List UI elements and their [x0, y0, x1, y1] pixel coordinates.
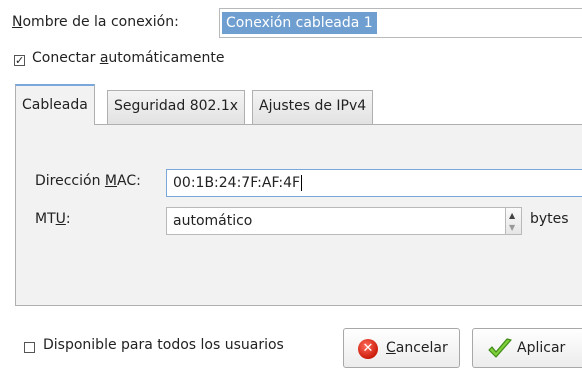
text-caret [301, 175, 303, 191]
spin-down-icon[interactable]: ▼ [509, 224, 515, 232]
mtu-label-pre: MT [35, 211, 56, 227]
mtu-label: MTU: [35, 211, 71, 227]
mtu-label-mnemonic: U [55, 211, 66, 227]
mtu-input[interactable]: automático [166, 207, 506, 235]
mac-label-post: AC: [117, 173, 141, 189]
auto-connect-checkbox[interactable]: ✓ [14, 55, 25, 66]
connection-name-mnemonic: N [12, 14, 23, 30]
mtu-units: bytes [530, 211, 569, 227]
tab-cableada-label: Cableada [22, 97, 88, 113]
mac-address-label: Dirección MAC: [35, 173, 141, 189]
auto-connect-label-pre: Conectar [32, 50, 100, 66]
apply-button-label: Aplicar [517, 340, 566, 356]
mtu-spin-buttons[interactable]: ▲ ▼ [506, 207, 522, 235]
connection-name-label: Nombre de la conexión: [12, 14, 179, 30]
cancel-button-label: Cancelar [386, 340, 448, 356]
auto-connect-label[interactable]: Conectar automáticamente [32, 50, 224, 66]
connection-name-value: Conexión cableada 1 [222, 12, 377, 34]
checkmark-icon [488, 338, 512, 358]
tab-seguridad-8021x[interactable]: Seguridad 802.1x [107, 90, 246, 124]
spin-up-icon[interactable]: ▲ [509, 212, 515, 220]
mac-address-value: 00:1B:24:7F:AF:4F [173, 175, 301, 191]
cancel-button[interactable]: ✕ Cancelar [343, 328, 460, 368]
all-users-label[interactable]: Disponible para todos los usuarios [43, 337, 284, 353]
mtu-label-post: : [65, 211, 71, 227]
cancel-label-rest: ancelar [395, 340, 448, 356]
auto-connect-label-post: utomáticamente [108, 50, 225, 66]
connection-name-input[interactable]: Conexión cableada 1 [219, 8, 582, 38]
mac-label-mnemonic: M [104, 173, 117, 189]
mac-address-input[interactable]: 00:1B:24:7F:AF:4F [166, 169, 582, 197]
connection-name-label-text: ombre de la conexión: [22, 14, 179, 30]
mac-label-pre: Dirección [35, 173, 105, 189]
apply-button[interactable]: Aplicar [472, 328, 582, 368]
cancel-mnemonic: C [386, 340, 396, 356]
cancel-icon: ✕ [358, 339, 378, 359]
tab-seguridad-label: Seguridad 802.1x [114, 98, 239, 114]
tab-ipv4-label: Ajustes de IPv4 [259, 98, 367, 114]
tab-ajustes-ipv4[interactable]: Ajustes de IPv4 [252, 90, 374, 124]
all-users-checkbox[interactable] [24, 342, 35, 353]
mtu-value: automático [173, 213, 253, 229]
tab-cableada[interactable]: Cableada [15, 84, 95, 125]
